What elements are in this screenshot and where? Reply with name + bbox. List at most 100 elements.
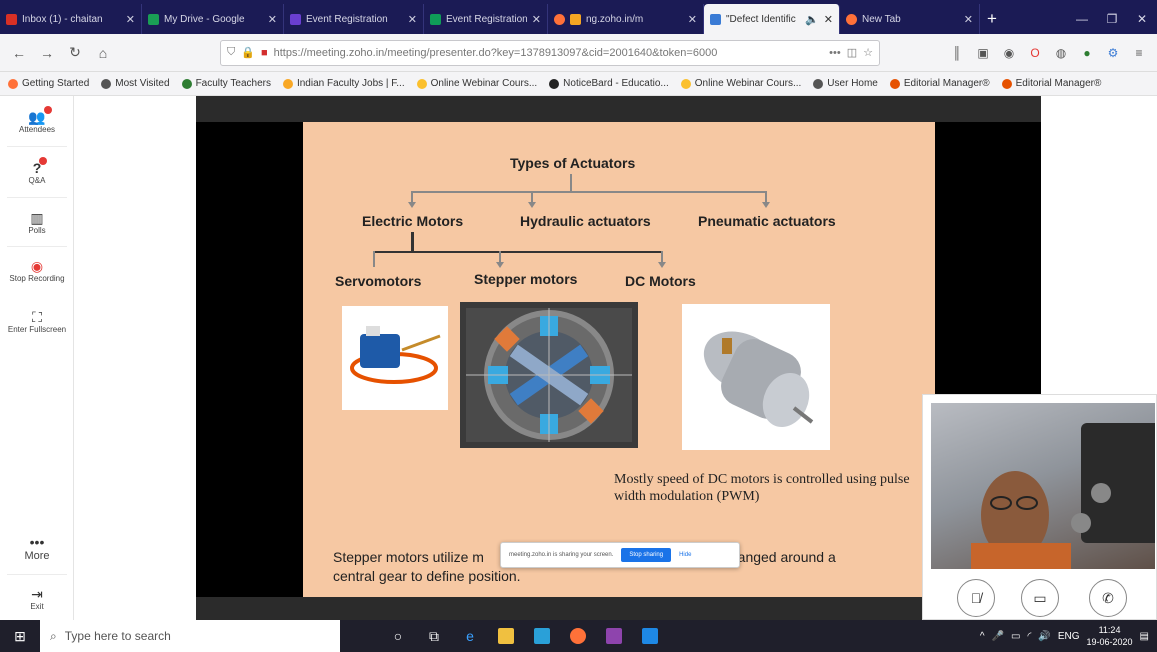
page-actions-icon[interactable]: •••	[829, 47, 841, 59]
clock[interactable]: 11:24 19-06-2020	[1087, 624, 1133, 648]
tab-inbox[interactable]: Inbox (1) - chaitan ✕	[0, 4, 142, 34]
bookmark-item[interactable]: Editorial Manager®	[1001, 78, 1101, 89]
tab-new-tab[interactable]: New Tab ✕	[840, 4, 980, 34]
edge-icon[interactable]: e	[452, 620, 488, 652]
library-icon[interactable]: ║	[947, 43, 967, 63]
pocket-icon[interactable]: ◫	[847, 46, 857, 59]
dc-motor-note: Mostly speed of DC motors is controlled …	[614, 472, 910, 504]
new-tab-button[interactable]: +	[980, 4, 1004, 34]
restore-icon[interactable]: ❐	[1097, 4, 1127, 34]
extension-icon[interactable]: ◍	[1051, 43, 1071, 63]
slide-title: Types of Actuators	[510, 155, 636, 171]
arrow-head	[762, 202, 770, 208]
camera-permission-icon[interactable]: ■	[261, 47, 268, 59]
sidebar-item-fullscreen[interactable]: ⛶ Enter Fullscreen	[0, 293, 74, 349]
windows-start-icon[interactable]: ⊞	[0, 620, 40, 652]
url-text[interactable]: https://meeting.zoho.in/meeting/presente…	[274, 47, 824, 59]
notifications-icon[interactable]: ▤	[1140, 631, 1149, 642]
taskbar-search[interactable]: ⌕ Type here to search	[40, 620, 340, 652]
zoho-icon	[710, 13, 721, 25]
bookmark-item[interactable]: Getting Started	[8, 78, 89, 89]
stop-sharing-button[interactable]: Stop sharing	[621, 548, 672, 562]
close-tab-icon[interactable]: ✕	[532, 13, 541, 26]
app-icon[interactable]	[596, 620, 632, 652]
call-button[interactable]: ✆	[1089, 579, 1127, 617]
arrow-head	[496, 262, 504, 268]
divider	[7, 574, 67, 575]
home-icon[interactable]: ⌂	[92, 42, 114, 64]
camera-button[interactable]: ▭	[1021, 579, 1059, 617]
bookmark-item[interactable]: Most Visited	[101, 78, 170, 89]
wifi-icon[interactable]: ◜	[1028, 631, 1032, 642]
shield-icon[interactable]: ⛉	[227, 46, 235, 59]
reader-icon[interactable]: ▣	[973, 43, 993, 63]
node-stepper-motors: Stepper motors	[474, 271, 578, 287]
zoho-extension-icon[interactable]: ⚙	[1103, 43, 1123, 63]
sidebar-item-stop-recording[interactable]: ◉ Stop Recording	[0, 247, 74, 293]
participant-video-frame	[971, 423, 1155, 569]
reload-icon[interactable]: ↻	[64, 42, 86, 64]
bookmark-item[interactable]: Editorial Manager®	[889, 78, 990, 89]
file-explorer-icon[interactable]	[488, 620, 524, 652]
lock-icon[interactable]: 🔒	[241, 46, 255, 59]
camera-sharing-icon	[570, 13, 581, 25]
bookmark-item[interactable]: Online Webinar Cours...	[416, 78, 537, 89]
back-icon[interactable]: ←	[8, 42, 30, 64]
close-tab-icon[interactable]: ✕	[126, 13, 135, 26]
hide-button[interactable]: Hide	[679, 552, 691, 558]
battery-icon[interactable]: ▭	[1011, 631, 1020, 642]
tab-zoho-meeting[interactable]: ng.zoho.in/m ✕	[548, 4, 704, 34]
task-view-icon[interactable]: ⧉	[416, 620, 452, 652]
opera-icon[interactable]: O	[1025, 43, 1045, 63]
firefox-taskbar-icon[interactable]	[560, 620, 596, 652]
photos-icon[interactable]	[632, 620, 668, 652]
bookmark-item[interactable]: NoticeBard - Educatio...	[549, 78, 669, 89]
bookmark-star-icon[interactable]: ☆	[863, 46, 873, 59]
window-close-icon[interactable]: ✕	[1127, 4, 1157, 34]
speaker-icon[interactable]: 🔈	[805, 13, 819, 26]
menu-icon[interactable]: ≡	[1129, 43, 1149, 63]
close-tab-icon[interactable]: ✕	[824, 13, 833, 26]
close-tab-icon[interactable]: ✕	[408, 13, 417, 26]
node-servomotors: Servomotors	[335, 273, 422, 289]
microphone-icon[interactable]: 🎤	[992, 631, 1004, 642]
account-icon[interactable]: ◉	[999, 43, 1019, 63]
polls-icon: ▥	[30, 209, 44, 226]
volume-icon[interactable]: 🔊	[1038, 631, 1050, 642]
stepper-note-end: ranged around a	[733, 549, 836, 565]
site-icon	[889, 78, 900, 89]
bookmark-item[interactable]: Online Webinar Cours...	[680, 78, 801, 89]
arrow-head	[528, 202, 536, 208]
sidebar-item-polls[interactable]: ▥ Polls	[0, 198, 74, 246]
close-tab-icon[interactable]: ✕	[688, 13, 697, 26]
close-tab-icon[interactable]: ✕	[964, 13, 973, 26]
gear-icon	[101, 78, 112, 89]
sidebar-item-attendees[interactable]: 👥 Attendees	[0, 96, 74, 146]
minimize-icon[interactable]: —	[1067, 4, 1097, 34]
stepper-note-line2: central gear to define position.	[333, 568, 521, 584]
mic-muted-button[interactable]: 🎙̸	[957, 579, 995, 617]
share-top-band	[196, 96, 1041, 122]
close-tab-icon[interactable]: ✕	[268, 13, 277, 26]
bookmark-item[interactable]: User Home	[813, 78, 878, 89]
servo-motor-image	[342, 306, 448, 410]
store-icon[interactable]	[524, 620, 560, 652]
tab-defect-identification[interactable]: "Defect Identific 🔈 ✕	[704, 4, 840, 34]
tab-google-drive[interactable]: My Drive - Google ✕	[142, 4, 284, 34]
exit-button[interactable]: ⇥ Exit	[0, 578, 74, 618]
tab-event-registration-2[interactable]: Event Registration ✕	[424, 4, 548, 34]
chevron-up-icon[interactable]: ^	[980, 631, 985, 642]
dc-motor-image	[682, 304, 830, 450]
bookmark-item[interactable]: Faculty Teachers	[181, 78, 271, 89]
forward-icon[interactable]: →	[36, 42, 58, 64]
video-panel: 🎙̸ ▭ ✆	[922, 394, 1157, 620]
bookmark-item[interactable]: Indian Faculty Jobs | F...	[282, 78, 405, 89]
sidebar-item-qa[interactable]: ? Q&A	[0, 147, 74, 197]
grammarly-icon[interactable]: ●	[1077, 43, 1097, 63]
language-indicator[interactable]: ENG	[1058, 631, 1080, 642]
url-bar[interactable]: ⛉ 🔒 ■ https://meeting.zoho.in/meeting/pr…	[220, 39, 880, 66]
cortana-icon[interactable]: ○	[380, 620, 416, 652]
question-icon: ?	[33, 156, 48, 176]
tab-event-registration-1[interactable]: Event Registration ✕	[284, 4, 424, 34]
more-button[interactable]: ••• More	[0, 526, 74, 570]
